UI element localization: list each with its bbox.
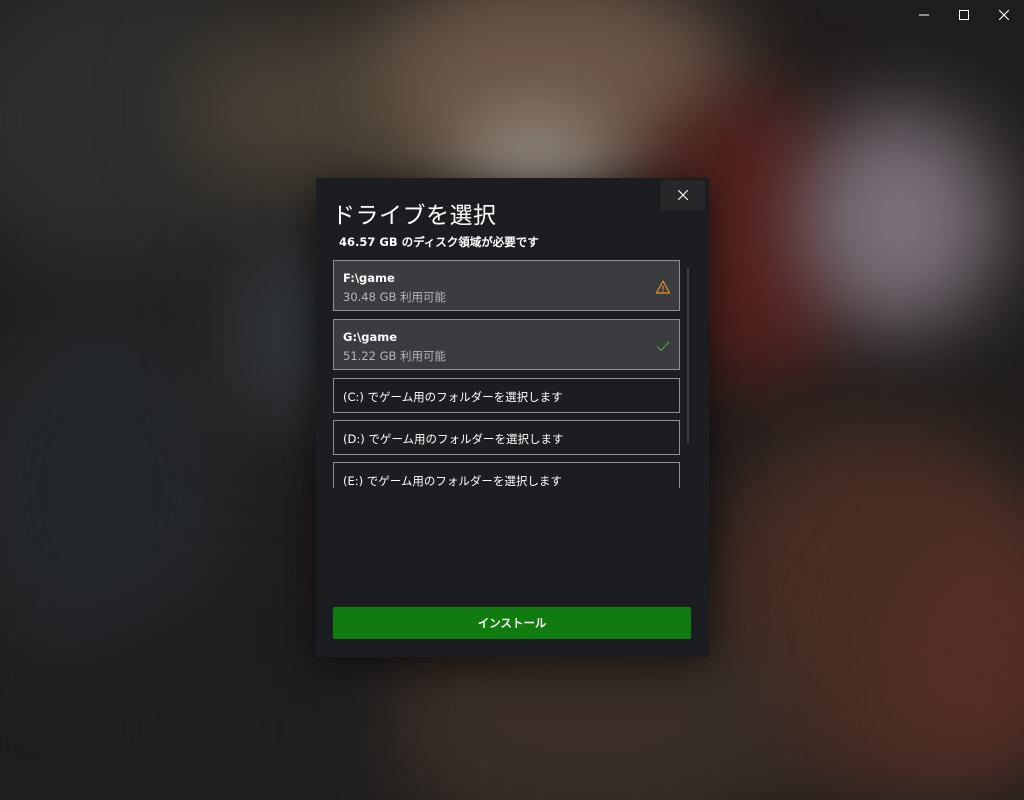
window-controls bbox=[904, 0, 1024, 30]
dialog-close-button[interactable] bbox=[661, 180, 705, 210]
select-drive-dialog: ドライブを選択 46.57 GB のディスク領域が必要です F:\game 30… bbox=[316, 178, 709, 657]
drive-option-f[interactable]: F:\game 30.48 GB 利用可能 bbox=[333, 260, 680, 311]
maximize-button[interactable] bbox=[944, 0, 984, 30]
check-icon bbox=[656, 341, 670, 352]
window-close-button[interactable] bbox=[984, 0, 1024, 30]
close-icon bbox=[999, 10, 1009, 20]
drive-name: G:\game bbox=[343, 330, 398, 344]
folder-option-label: (C:) でゲーム用のフォルダーを選択します bbox=[343, 390, 563, 404]
minimize-button[interactable] bbox=[904, 0, 944, 30]
drive-list: F:\game 30.48 GB 利用可能 G:\game 51.22 GB 利… bbox=[333, 260, 683, 488]
folder-option-e[interactable]: (E:) でゲーム用のフォルダーを選択します bbox=[333, 462, 680, 488]
drive-option-g[interactable]: G:\game 51.22 GB 利用可能 bbox=[333, 319, 680, 370]
folder-option-d[interactable]: (D:) でゲーム用のフォルダーを選択します bbox=[333, 420, 680, 455]
minimize-icon bbox=[919, 14, 929, 16]
folder-option-label: (D:) でゲーム用のフォルダーを選択します bbox=[343, 432, 564, 446]
drive-free-space: 30.48 GB 利用可能 bbox=[343, 290, 447, 304]
list-scrollbar[interactable] bbox=[687, 268, 689, 443]
drive-name: F:\game bbox=[343, 271, 395, 285]
drive-free-space: 51.22 GB 利用可能 bbox=[343, 349, 447, 363]
install-button[interactable]: インストール bbox=[333, 607, 691, 639]
required-space-text: 46.57 GB のディスク領域が必要です bbox=[339, 235, 539, 249]
folder-option-c[interactable]: (C:) でゲーム用のフォルダーを選択します bbox=[333, 378, 680, 413]
dialog-title: ドライブを選択 bbox=[332, 203, 497, 229]
warning-icon bbox=[655, 280, 671, 294]
close-icon bbox=[678, 190, 688, 200]
folder-option-label: (E:) でゲーム用のフォルダーを選択します bbox=[343, 474, 562, 488]
maximize-icon bbox=[959, 10, 969, 20]
